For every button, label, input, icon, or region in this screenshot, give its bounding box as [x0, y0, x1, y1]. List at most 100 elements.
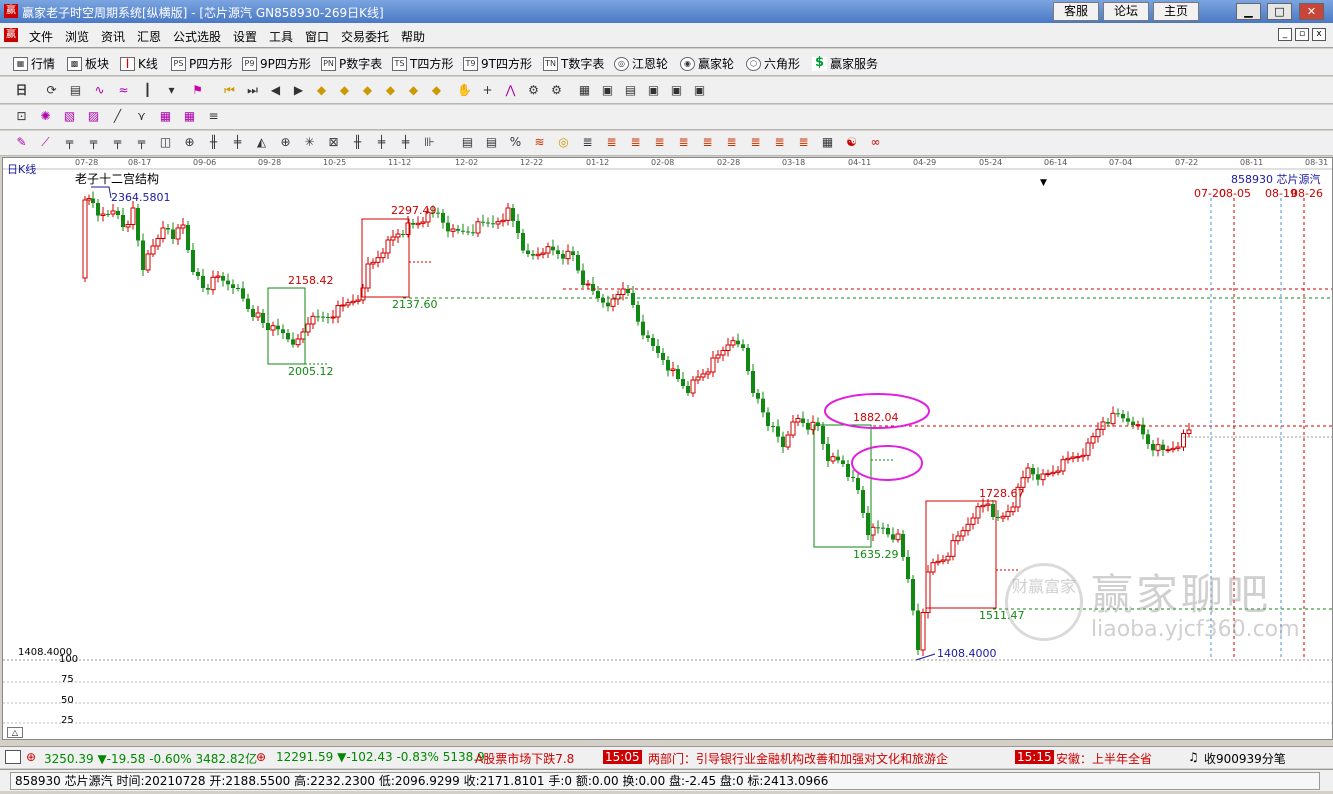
scroll-up-icon[interactable]: △ — [7, 727, 23, 738]
tool-p-icon[interactable]: ⊪ — [422, 135, 437, 150]
menu-formula[interactable]: 公式选股 — [173, 28, 221, 45]
calc-icon[interactable]: ▣ — [600, 83, 615, 98]
menu-file[interactable]: 文件 — [29, 28, 53, 45]
square-grid-icon[interactable]: ▦ — [158, 109, 173, 124]
shrink-icon[interactable]: ◆ — [429, 83, 444, 98]
forum-link[interactable]: 论坛 — [1103, 2, 1149, 21]
tool-j-icon[interactable]: ⊕ — [278, 135, 293, 150]
hexagon-button[interactable]: ⬡ 六角形 — [746, 55, 800, 72]
fan-icon[interactable]: ⟋ — [38, 135, 53, 150]
first-icon[interactable]: ⏮ — [222, 83, 237, 98]
mdi-close-icon[interactable]: x — [1312, 28, 1326, 41]
trend-icon[interactable]: ⋀ — [503, 83, 518, 98]
tool-k-icon[interactable]: ✳ — [302, 135, 317, 150]
tool-l-icon[interactable]: ⊠ — [326, 135, 341, 150]
zoom-out-icon[interactable]: ◆ — [337, 83, 352, 98]
tool2-icon[interactable]: ⚙ — [549, 83, 564, 98]
tool-d-icon[interactable]: ╤ — [134, 135, 149, 150]
quotes-button[interactable]: ▦ 行情 — [13, 55, 55, 72]
yinyang-icon[interactable]: ☯ — [844, 135, 859, 150]
period-day-icon[interactable]: 日 — [14, 83, 29, 98]
wave2-icon[interactable]: ≈ — [116, 83, 131, 98]
prev-icon[interactable]: ◀ — [268, 83, 283, 98]
tool-f-icon[interactable]: ⊕ — [182, 135, 197, 150]
mdi-restore-icon[interactable]: ▫ — [1295, 28, 1309, 41]
last-icon[interactable]: ⏭ — [245, 83, 260, 98]
tool-w-icon[interactable]: ≣ — [628, 135, 643, 150]
box-icon[interactable]: ▨ — [86, 109, 101, 124]
news-headline-2[interactable]: 两部门：引导银行业金融机构改善和加强对文化和旅游企 — [648, 750, 948, 767]
flag-icon[interactable]: ⚑ — [190, 83, 205, 98]
tool-o-icon[interactable]: ╪ — [398, 135, 413, 150]
tool-z-icon[interactable]: ≣ — [700, 135, 715, 150]
customer-service-link[interactable]: 客服 — [1053, 2, 1099, 21]
tool-t-icon[interactable]: ◎ — [556, 135, 571, 150]
close-icon[interactable]: ✕ — [1299, 3, 1324, 20]
tool-i-icon[interactable]: ◭ — [254, 135, 269, 150]
menu-settings[interactable]: 设置 — [233, 28, 257, 45]
kline-chart-svg[interactable] — [3, 158, 1332, 739]
chevron-down-icon[interactable]: ▼ — [1040, 178, 1047, 188]
tool-h-icon[interactable]: ╪ — [230, 135, 245, 150]
dropdown-icon[interactable]: ▾ — [164, 83, 179, 98]
shift-left-icon[interactable]: ◆ — [360, 83, 375, 98]
infinity-icon[interactable]: ∞ — [868, 135, 883, 150]
tool-v-icon[interactable]: ≣ — [604, 135, 619, 150]
menu-gann[interactable]: 汇恩 — [137, 28, 161, 45]
tool-ad-icon[interactable]: ≣ — [796, 135, 811, 150]
menu-window[interactable]: 窗口 — [305, 28, 329, 45]
shift-right-icon[interactable]: ◆ — [383, 83, 398, 98]
pen-icon[interactable]: ✎ — [14, 135, 29, 150]
bar-icon[interactable]: ┃ — [140, 83, 155, 98]
tool-ac-icon[interactable]: ≣ — [772, 135, 787, 150]
t-square-button[interactable]: TS T四方形 — [392, 55, 453, 72]
export-icon[interactable]: ▣ — [692, 83, 707, 98]
doc-icon[interactable]: ▤ — [68, 83, 83, 98]
zoom-in-icon[interactable]: ◆ — [314, 83, 329, 98]
calendar-icon[interactable]: ▦ — [577, 83, 592, 98]
menu-tools[interactable]: 工具 — [269, 28, 293, 45]
percent-icon[interactable]: % — [508, 135, 523, 150]
gann-wheel-button[interactable]: ◎ 江恩轮 — [614, 55, 668, 72]
tool-ab-icon[interactable]: ≣ — [748, 135, 763, 150]
tool-c-icon[interactable]: ╤ — [110, 135, 125, 150]
tool-q-icon[interactable]: ▤ — [460, 135, 475, 150]
tool-e-icon[interactable]: ◫ — [158, 135, 173, 150]
kline-button[interactable]: ┃ K线 — [120, 55, 158, 72]
tool-m-icon[interactable]: ╫ — [350, 135, 365, 150]
line-icon[interactable]: ╱ — [110, 109, 125, 124]
p-table-button[interactable]: PN P数字表 — [321, 55, 382, 72]
tool-ae-icon[interactable]: ▦ — [820, 135, 835, 150]
save-icon[interactable]: ▣ — [646, 83, 661, 98]
grid-icon[interactable]: ▧ — [62, 109, 77, 124]
tool-y-icon[interactable]: ≣ — [676, 135, 691, 150]
crosshair-icon[interactable]: + — [480, 83, 495, 98]
print-icon[interactable]: ▣ — [669, 83, 684, 98]
tool-icon[interactable]: ⚙ — [526, 83, 541, 98]
tool-g-icon[interactable]: ╫ — [206, 135, 221, 150]
tool-aa-icon[interactable]: ≣ — [724, 135, 739, 150]
ticker-table-icon[interactable] — [5, 750, 21, 764]
winner-service-button[interactable]: $ 赢家服务 — [812, 55, 878, 72]
menu-news[interactable]: 资讯 — [101, 28, 125, 45]
tool-b-icon[interactable]: ╤ — [86, 135, 101, 150]
square-grid2-icon[interactable]: ▦ — [182, 109, 197, 124]
tool-a-icon[interactable]: ╤ — [62, 135, 77, 150]
news-headline-3[interactable]: 安徽：上半年全省 — [1056, 750, 1152, 767]
minimize-icon[interactable]: ▁ — [1236, 3, 1261, 20]
note-icon[interactable]: ▤ — [623, 83, 638, 98]
winner-wheel-button[interactable]: ◉ 赢家轮 — [680, 55, 734, 72]
mdi-minimize-icon[interactable]: _ — [1278, 28, 1292, 41]
p9-square-button[interactable]: P9 9P四方形 — [242, 55, 311, 72]
t9-square-button[interactable]: T9 9T四方形 — [463, 55, 532, 72]
hand-icon[interactable]: ✋ — [457, 83, 472, 98]
expand-icon[interactable]: ◆ — [406, 83, 421, 98]
lines-icon[interactable]: ≡ — [206, 109, 221, 124]
tool-x-icon[interactable]: ≣ — [652, 135, 667, 150]
tool-u-icon[interactable]: ≣ — [580, 135, 595, 150]
news-headline-1[interactable]: A股票市场下跌7.8 — [475, 750, 574, 767]
select-icon[interactable]: ⊡ — [14, 109, 29, 124]
next-icon[interactable]: ▶ — [291, 83, 306, 98]
kline-chart-panel[interactable]: 日K线 07-28 08-17 09-06 09-28 10-25 11-12 12-02 1… — [2, 157, 1333, 740]
t-table-button[interactable]: TN T数字表 — [543, 55, 604, 72]
